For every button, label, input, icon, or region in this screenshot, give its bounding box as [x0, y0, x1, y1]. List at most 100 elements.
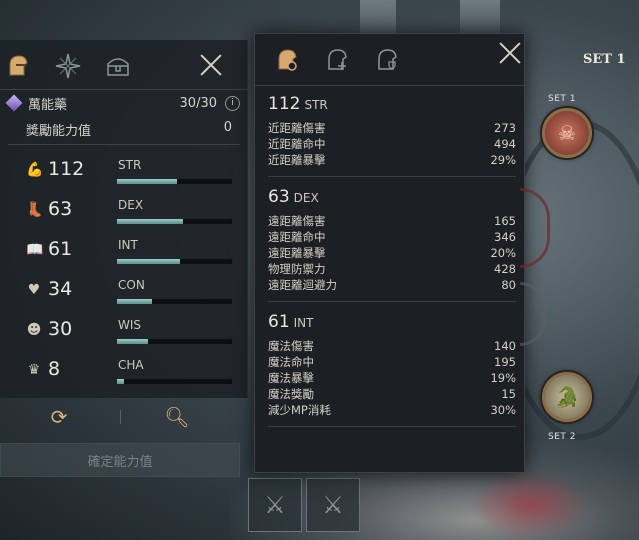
potion-row: 萬能藥 30/30 i [5, 92, 240, 114]
stat-abbr: INT [118, 238, 138, 252]
charisma-crown-icon: ♛ [27, 362, 41, 378]
detail-value: 195 [494, 355, 516, 369]
stats-action-bar: ⟳ 🔍︎ [0, 398, 248, 438]
stat-value: 112 [48, 158, 85, 180]
stat-value: 30 [48, 318, 73, 340]
intelligence-book-icon: 📖 [26, 242, 44, 258]
helmet-icon[interactable] [4, 52, 32, 80]
divider [8, 144, 240, 145]
detail-line: 減少MP消耗 30% [268, 402, 516, 418]
detail-label: 遠距離暴擊 [268, 246, 326, 260]
set1-medal-icon[interactable]: ☠ [542, 108, 592, 158]
detail-line: 近距離傷害 273 [268, 120, 516, 136]
section-stat-value: 112 [268, 94, 301, 114]
detail-value: 428 [494, 262, 516, 276]
close-icon[interactable] [200, 54, 222, 76]
star-compass-icon[interactable] [54, 52, 82, 80]
detail-value: 494 [494, 137, 516, 151]
divider [268, 426, 516, 427]
stat-value: 61 [48, 238, 73, 260]
detail-line: 魔法暴擊 19% [268, 370, 516, 386]
detail-label: 近距離暴擊 [268, 153, 326, 167]
detail-tab-bar [255, 34, 524, 86]
stat-row-con[interactable]: ♥ 34 CON [0, 278, 248, 318]
skill-slot[interactable]: ⚔ [306, 478, 360, 532]
stat-row-str[interactable]: 💪 112 STR [0, 158, 248, 198]
detail-value: 15 [501, 387, 516, 401]
helmet-icon[interactable] [273, 46, 301, 74]
detail-label: 近距離傷害 [268, 121, 326, 135]
detail-label: 魔法傷害 [268, 339, 314, 353]
detail-line: 魔法傷害 140 [268, 338, 516, 354]
stat-detail-panel: 112 STR 近距離傷害 273 近距離命中 494 近距離暴擊 29% 63 DE… [254, 33, 525, 473]
stat-detail-section: 61 INT 魔法傷害 140 魔法命中 195 魔法暴擊 19% 魔法獎勵 15 減少… [255, 312, 524, 427]
stat-detail-list: 112 STR 近距離傷害 273 近距離命中 494 近距離暴擊 29% 63 DE… [255, 94, 524, 437]
stat-bar [117, 219, 232, 224]
detail-line: 物理防禦力 428 [268, 261, 516, 277]
detail-label: 減少MP消耗 [268, 403, 331, 417]
detail-line: 魔法命中 195 [268, 354, 516, 370]
helmet-plus-icon[interactable] [323, 46, 351, 74]
stat-detail-section: 63 DEX 遠距離傷害 165 遠距離命中 346 遠距離暴擊 20% 物理防禦力 4… [255, 187, 524, 302]
potion-gem-icon [5, 94, 23, 112]
stat-value: 8 [48, 358, 61, 380]
bonus-stat-row: 獎勵能力值 0 [26, 120, 232, 139]
reset-icon[interactable]: ⟳ [46, 404, 72, 430]
detail-line: 遠距離命中 346 [268, 229, 516, 245]
detail-value: 29% [490, 153, 516, 167]
detail-value: 20% [490, 246, 516, 260]
confirm-stats-button[interactable]: 確定能力值 [0, 443, 240, 477]
stat-abbr: CON [118, 278, 145, 292]
section-stat-abbr: DEX [293, 191, 319, 205]
detail-label: 遠距離命中 [268, 230, 326, 244]
detail-line: 遠距離暴擊 20% [268, 245, 516, 261]
helmet-shield-icon[interactable] [373, 46, 401, 74]
stat-bar [117, 179, 232, 184]
stat-bar [117, 259, 232, 264]
detail-label: 遠距離傷害 [268, 214, 326, 228]
strength-arm-icon: 💪 [26, 162, 44, 178]
detail-label: 近距離命中 [268, 137, 326, 151]
wisdom-head-icon: ☻ [26, 322, 42, 338]
detail-label: 魔法暴擊 [268, 371, 314, 385]
stat-abbr: STR [118, 158, 142, 172]
detail-line: 近距離暴擊 29% [268, 152, 516, 168]
background-glow [470, 470, 590, 540]
stat-value: 63 [48, 198, 73, 220]
detail-value: 80 [501, 278, 516, 292]
divider [120, 410, 121, 424]
close-icon[interactable] [499, 42, 521, 64]
detail-line: 遠距離傷害 165 [268, 213, 516, 229]
potion-label: 萬能藥 [28, 97, 68, 113]
detail-value: 140 [494, 339, 516, 353]
stat-bar-fill [117, 379, 124, 384]
section-stat-abbr: STR [304, 98, 328, 112]
stat-row-wis[interactable]: ☻ 30 WIS [0, 318, 248, 358]
stat-bar-fill [117, 299, 152, 304]
stat-bar-fill [117, 259, 181, 264]
stat-detail-section: 112 STR 近距離傷害 273 近距離命中 494 近距離暴擊 29% [255, 94, 524, 177]
divider [268, 301, 516, 302]
stat-row-dex[interactable]: 👢 63 DEX [0, 198, 248, 238]
detail-value: 165 [494, 214, 516, 228]
stat-row-int[interactable]: 📖 61 INT [0, 238, 248, 278]
treasure-chest-icon[interactable] [104, 52, 132, 80]
section-stat-abbr: INT [293, 316, 314, 330]
detail-line: 近距離命中 494 [268, 136, 516, 152]
stats-tab-bar [0, 40, 248, 90]
detail-line: 遠距離迴避力 80 [268, 277, 516, 293]
section-stat-value: 61 [268, 312, 290, 332]
detail-label: 魔法獎勵 [268, 387, 314, 401]
stat-bar-fill [117, 179, 177, 184]
magnifier-icon[interactable]: 🔍︎ [164, 404, 190, 430]
stat-row-cha[interactable]: ♛ 8 CHA [0, 358, 248, 398]
info-icon[interactable]: i [225, 95, 240, 111]
equipment-set-title: SET 1 [583, 52, 626, 67]
detail-label: 遠距離迴避力 [268, 278, 337, 292]
stat-bar [117, 299, 232, 304]
constitution-heart-icon: ♥ [27, 282, 41, 298]
detail-value: 19% [490, 371, 516, 385]
detail-value: 30% [490, 403, 516, 417]
set2-medal-icon[interactable]: 🐊 [542, 372, 592, 422]
skill-slot[interactable]: ⚔ [248, 478, 302, 532]
